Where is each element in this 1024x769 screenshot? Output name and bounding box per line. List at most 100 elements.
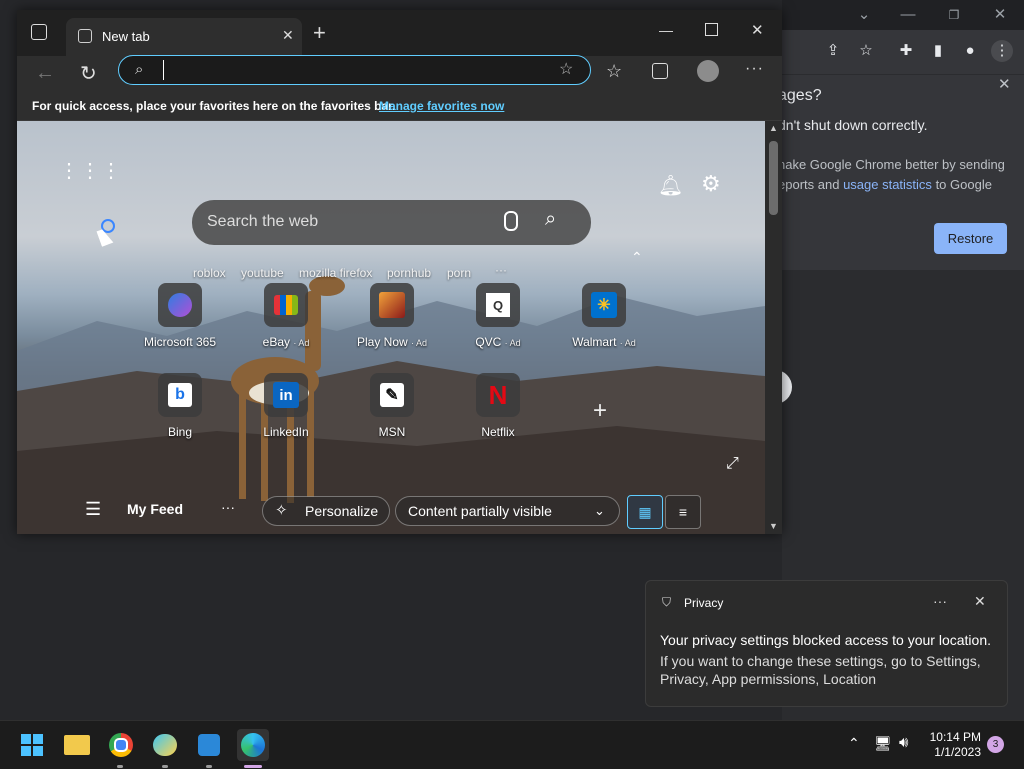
tab-new-tab[interactable]: New tab ✕ (66, 18, 302, 56)
apps-grid-icon[interactable]: ⋮⋮⋮ (59, 161, 122, 181)
suggestion-chip[interactable]: youtube (241, 266, 284, 280)
network-icon[interactable]: 🖥︎ (874, 735, 892, 752)
search-placeholder: Search the web (207, 213, 319, 230)
expand-icon[interactable]: ⤢ (726, 455, 739, 473)
personalize-icon: ✧ (275, 502, 288, 519)
my-feed-label[interactable]: My Feed (127, 501, 183, 517)
taskbar: ⌃ 🖥︎ 🔊︎ 10:14 PM 1/1/2023 3 (0, 720, 1024, 769)
address-bar[interactable]: ⌕ ☆ (118, 55, 591, 85)
paint-icon[interactable] (149, 729, 181, 761)
quick-link-tile[interactable]: in LinkedIn (236, 373, 336, 453)
clock[interactable]: 10:14 PM 1/1/2023 (925, 730, 981, 760)
collapse-chevron-icon[interactable]: ⌃ (631, 249, 643, 266)
walmart-icon: ✳ (582, 283, 626, 327)
close-icon[interactable]: ✕ (974, 593, 986, 610)
profile-icon[interactable]: ● (959, 40, 981, 62)
close-icon[interactable]: ✕ (998, 75, 1011, 93)
collections-icon[interactable] (652, 63, 668, 79)
feed-more-icon[interactable]: ··· (221, 499, 235, 515)
tab-actions-icon[interactable] (31, 24, 47, 40)
tab-bar: New tab ✕ + — ✕ (17, 10, 782, 56)
list-view-icon[interactable]: ≡ (665, 495, 701, 529)
linkedin-icon: in (264, 373, 308, 417)
manage-favorites-link[interactable]: Manage favorites now (379, 99, 504, 113)
web-search-box[interactable]: Search the web ⌕ (192, 200, 591, 245)
extensions-icon[interactable]: ✚ (895, 40, 917, 62)
teams-icon[interactable] (193, 729, 225, 761)
add-favorite-icon[interactable]: ☆ (559, 59, 573, 79)
volume-icon[interactable]: 🔊︎ (899, 734, 908, 751)
notification-count-badge[interactable]: 3 (987, 736, 1004, 753)
tile-label: eBay · Ad (262, 335, 310, 349)
quick-link-tile[interactable]: ✳ Walmart · Ad (554, 283, 654, 363)
maximize-icon[interactable] (705, 23, 718, 36)
edge-icon[interactable] (237, 729, 269, 761)
quick-link-tile[interactable]: Play Now · Ad (342, 283, 442, 363)
suggestion-chip[interactable]: mozilla firefox (299, 266, 372, 280)
start-icon[interactable] (16, 729, 48, 761)
file-explorer-icon[interactable] (61, 729, 93, 761)
refresh-icon[interactable]: ↻ (80, 61, 97, 86)
search-icon: ⌕ (135, 61, 144, 78)
profile-avatar-icon[interactable] (697, 60, 719, 82)
restore-window-icon[interactable]: ❐ (934, 4, 974, 26)
chrome-menu-icon[interactable]: ⋮ (991, 40, 1013, 62)
search-icon[interactable]: ⌕ (545, 208, 556, 231)
scroll-up-icon[interactable]: ▲ (769, 123, 778, 133)
panel-line: dn't shut down correctly. (778, 117, 928, 133)
restore-button[interactable]: Restore (934, 223, 1007, 254)
favorites-icon[interactable]: ☆ (606, 61, 622, 82)
page-settings-gear-icon[interactable]: ⚙ (701, 171, 721, 197)
notifications-bell-icon[interactable]: 🔔︎ (658, 173, 683, 198)
more-suggestions-icon[interactable]: ··· (495, 263, 507, 277)
play-now-icon (370, 283, 414, 327)
notification-more-icon[interactable]: ··· (933, 593, 947, 609)
quick-link-tile[interactable]: eBay · Ad (236, 283, 336, 363)
quick-link-tile[interactable]: Microsoft 365 (130, 283, 230, 363)
content-visibility-dropdown[interactable]: Content partially visible ⌄ (395, 496, 620, 526)
new-tab-plus-icon[interactable]: + (313, 20, 326, 46)
qvc-icon: Q (476, 283, 520, 327)
personalize-button[interactable]: ✧ Personalize (262, 496, 390, 526)
minimize-icon[interactable]: — (888, 4, 928, 26)
quick-link-tile[interactable]: ✎ MSN (342, 373, 442, 453)
chevron-down-icon[interactable]: ⌄ (844, 4, 884, 26)
microsoft365-icon (158, 283, 202, 327)
minimize-icon[interactable]: — (659, 22, 673, 38)
quick-link-tile[interactable]: N Netflix (448, 373, 548, 453)
side-panel-icon[interactable]: ▮ (927, 40, 949, 62)
scrollbar-thumb[interactable] (769, 141, 778, 215)
privacy-notification[interactable]: ⛉ Privacy ··· ✕ Your privacy settings bl… (645, 580, 1008, 707)
share-icon[interactable]: ⇪ (822, 40, 844, 62)
scroll-down-icon[interactable]: ▼ (769, 521, 778, 531)
feed-menu-icon[interactable]: ☰ (85, 499, 101, 520)
back-arrow-icon[interactable]: ← (35, 62, 55, 85)
add-site-plus-icon[interactable]: + (593, 397, 607, 425)
close-icon[interactable]: ✕ (980, 4, 1020, 26)
settings-more-icon[interactable]: ··· (745, 60, 764, 78)
show-hidden-icons-chevron-icon[interactable]: ⌃ (848, 735, 860, 752)
chrome-icon[interactable] (105, 729, 137, 761)
tab-title: New tab (102, 29, 150, 44)
address-input[interactable] (163, 60, 549, 80)
tile-label: Netflix (481, 425, 515, 439)
edge-window: New tab ✕ + — ✕ ← ↻ ☆ ··· ⌕ ☆ For quick … (17, 10, 782, 534)
bookmark-star-icon[interactable]: ☆ (855, 40, 877, 62)
suggestion-chip[interactable]: porn (447, 266, 471, 280)
grid-view-icon[interactable]: ▦ (627, 495, 663, 529)
chrome-toolbar: ⇪ ☆ ✚ ▮ ● ⋮ (782, 30, 1024, 74)
microphone-icon[interactable] (504, 211, 518, 231)
quick-link-tile[interactable]: Q QVC · Ad (448, 283, 548, 363)
page-scrollbar[interactable]: ▲ ▼ (765, 121, 782, 534)
suggestion-chip[interactable]: pornhub (387, 266, 431, 280)
clock-time: 10:14 PM (929, 730, 981, 744)
suggestion-chip[interactable]: roblox (193, 266, 226, 280)
tile-label: Microsoft 365 (143, 335, 217, 349)
personalize-label: Personalize (305, 503, 379, 519)
quick-link-tile[interactable]: b Bing (130, 373, 230, 453)
ebay-icon (264, 283, 308, 327)
close-icon[interactable]: ✕ (751, 21, 764, 39)
panel-title: ages? (778, 87, 822, 104)
close-tab-icon[interactable]: ✕ (282, 27, 294, 44)
usage-statistics-link[interactable]: usage statistics (843, 177, 932, 192)
